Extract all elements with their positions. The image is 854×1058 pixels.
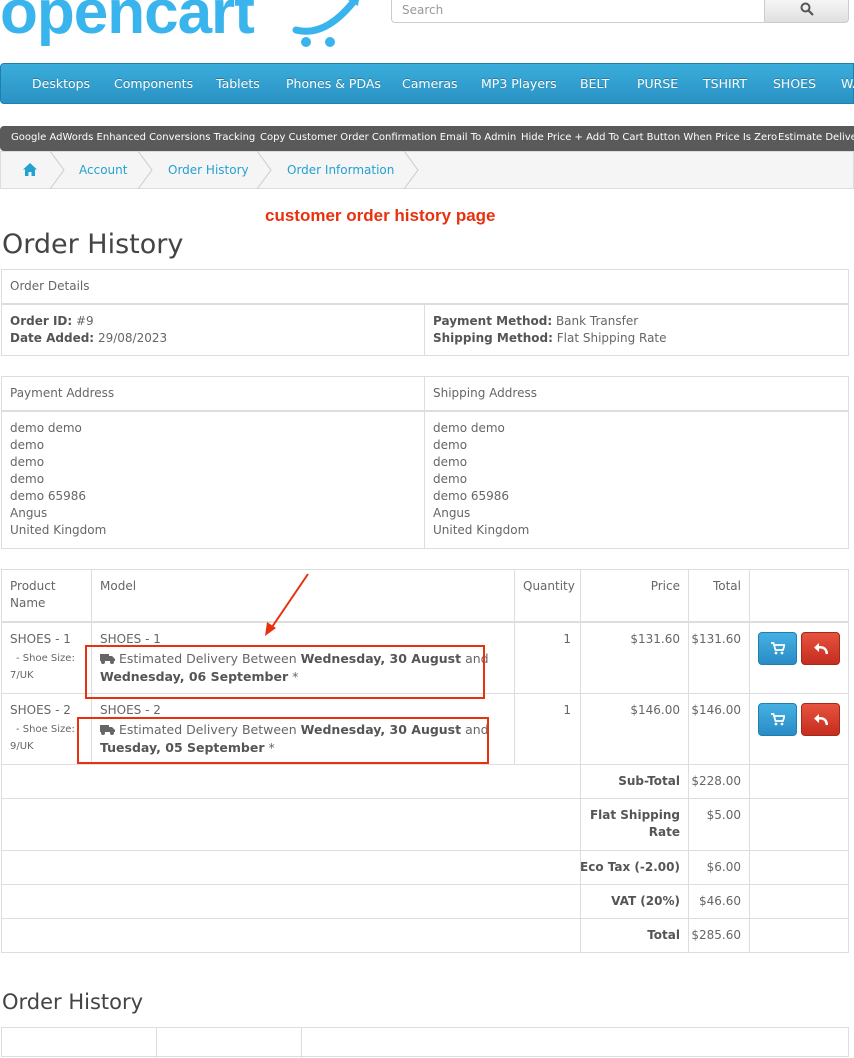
breadcrumb-account[interactable]: Account [79, 163, 127, 177]
product-total: $146.00 [691, 703, 741, 717]
product-quantity: 1 [563, 632, 571, 646]
return-button[interactable] [801, 632, 840, 665]
reply-icon [814, 643, 828, 655]
header-total: Total [712, 579, 741, 593]
highlight-box [85, 645, 485, 699]
menu-item-tshirt[interactable]: TSHIRT [703, 76, 747, 91]
product-name[interactable]: SHOES - 1 [10, 631, 71, 648]
menu-item-tablets[interactable]: Tablets [216, 76, 260, 91]
menu-item-belt[interactable]: BELT [580, 76, 609, 91]
annotation-arrow-icon [265, 573, 309, 636]
payment-address-heading: Payment Address [10, 386, 115, 400]
header-product-name: Product Name [10, 579, 56, 610]
menu-item-mp3-players[interactable]: MP3 Players [481, 76, 557, 91]
return-button[interactable] [801, 703, 840, 736]
address-table: Payment Address Shipping Address demo de… [1, 376, 849, 549]
cart-logo-icon [292, 0, 360, 47]
header-quantity: Quantity [523, 579, 575, 593]
order-details-heading: Order Details [10, 279, 90, 293]
total-label: Total [647, 928, 680, 942]
menu-item-cameras[interactable]: Cameras [402, 76, 458, 91]
payment-address: demo demo demo demo demo demo 65986 Angus Unit… [10, 421, 107, 537]
cart-icon [771, 713, 785, 726]
eco-tax-label: Eco Tax (-2.00) [580, 860, 680, 874]
menu-item-shoes[interactable]: SHOES [773, 76, 816, 91]
vat-label: VAT (20%) [611, 894, 680, 908]
menu-item-components[interactable]: Components [114, 76, 193, 91]
extension-bar: Google AdWords Enhanced Conversions Trac… [0, 126, 854, 151]
product-total: $131.60 [691, 632, 741, 646]
extension-link[interactable]: Google AdWords Enhanced Conversions Trac… [11, 132, 255, 143]
reply-icon [814, 714, 828, 726]
product-price: $131.60 [630, 632, 680, 646]
product-option: - Shoe Size: [16, 724, 75, 735]
breadcrumb: Account Order History Order Information [0, 151, 854, 189]
header-model: Model [100, 579, 137, 593]
history-section-title: Order History [2, 990, 144, 1014]
annotation-label: customer order history page [265, 206, 496, 225]
extension-link[interactable]: Estimate Deliver [778, 132, 854, 143]
shipping-label: Flat Shipping Rate [589, 808, 680, 839]
shipping-address-heading: Shipping Address [433, 386, 537, 400]
menu-item-phones[interactable]: Phones & PDAs [286, 76, 381, 91]
product-price: $146.00 [630, 703, 680, 717]
breadcrumb-separator [256, 151, 272, 189]
eco-tax-value: $6.00 [706, 860, 741, 874]
page-title: Order History [2, 229, 184, 260]
menu-item-purse[interactable]: PURSE [637, 76, 678, 91]
product-option-value: 9/UK [10, 741, 34, 752]
total-value: $285.60 [691, 928, 741, 942]
header-price: Price [650, 579, 680, 593]
breadcrumb-order-history[interactable]: Order History [168, 163, 249, 177]
product-option: - Shoe Size: [16, 653, 75, 664]
reorder-button[interactable] [758, 703, 797, 736]
cart-icon [771, 642, 785, 655]
date-added: Date Added: 29/08/2023 [10, 331, 168, 345]
subtotal-value: $228.00 [691, 774, 741, 788]
subtotal-label: Sub-Total [618, 774, 680, 788]
payment-method: Payment Method: Bank Transfer [433, 314, 639, 328]
search-icon [800, 2, 814, 16]
breadcrumb-separator [49, 151, 65, 189]
shipping-address: demo demo demo demo demo demo 65986 Angus Unit… [433, 421, 530, 537]
product-name[interactable]: SHOES - 2 [10, 702, 71, 719]
product-option-value: 7/UK [10, 670, 34, 681]
breadcrumb-separator [403, 151, 419, 189]
opencart-logo[interactable]: opencart [0, 0, 255, 44]
menu-item-wa[interactable]: WA [841, 76, 854, 91]
search-button[interactable] [764, 0, 849, 23]
extension-link[interactable]: Copy Customer Order Confirmation Email T… [260, 132, 516, 143]
shipping-value: $5.00 [706, 808, 741, 822]
home-icon[interactable] [23, 163, 37, 176]
order-id: Order ID: #9 [10, 314, 94, 328]
search-input[interactable]: Search [391, 0, 765, 23]
menu-item-desktops[interactable]: Desktops [32, 76, 90, 91]
main-menu: Desktops Components Tablets Phones & PDA… [0, 63, 854, 104]
vat-value: $46.60 [699, 894, 741, 908]
highlight-box [77, 717, 489, 764]
order-details-table: Order Details Order ID: #9 Date Added: 2… [1, 269, 849, 356]
history-table [1, 1027, 849, 1058]
extension-link[interactable]: Hide Price + Add To Cart Button When Pri… [521, 132, 777, 143]
shipping-method: Shipping Method: Flat Shipping Rate [433, 331, 667, 345]
breadcrumb-separator [137, 151, 153, 189]
breadcrumb-order-information[interactable]: Order Information [287, 163, 394, 177]
product-quantity: 1 [563, 703, 571, 717]
reorder-button[interactable] [758, 632, 797, 665]
